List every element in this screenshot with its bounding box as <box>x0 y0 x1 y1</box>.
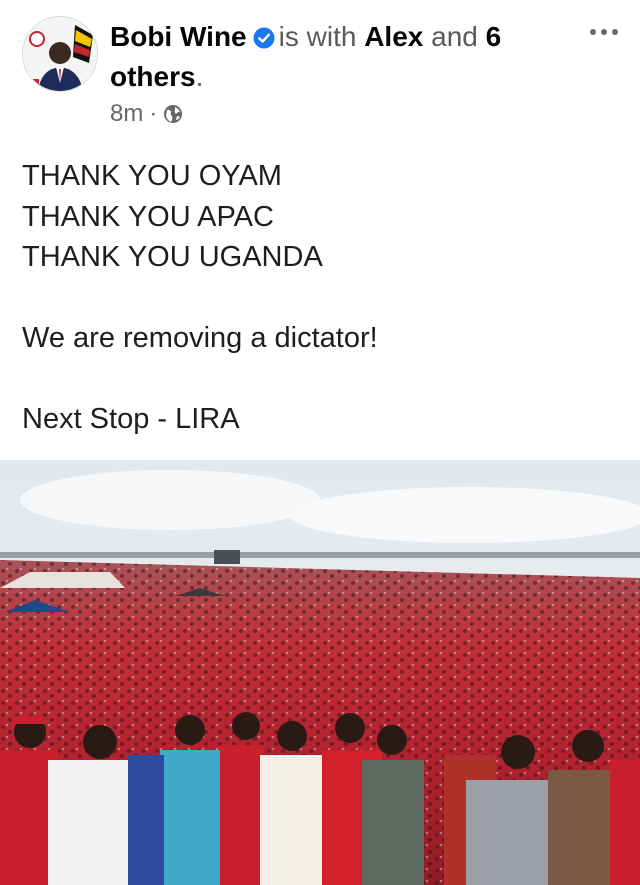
post-line: THANK YOU APAC <box>22 200 274 233</box>
post-timestamp[interactable]: 8m <box>110 100 143 128</box>
meta-separator: · <box>149 100 158 127</box>
period-text: . <box>195 61 204 92</box>
post-line: Next Stop - LIRA <box>22 403 240 435</box>
more-options-button[interactable] <box>584 22 624 42</box>
author-name[interactable]: Bobi Wine <box>110 21 247 52</box>
post-line <box>22 359 622 400</box>
verified-badge-icon <box>253 21 275 58</box>
post-header: Bobi Wine is with Alex and 6 others. 8m · <box>0 0 640 140</box>
post-line: We are removing a dictator! <box>22 322 378 354</box>
post-line <box>22 278 622 319</box>
with-text: is with <box>278 21 357 52</box>
post-body: THANK YOU OYAM THANK YOU APAC THANK YOU … <box>22 156 622 440</box>
dot-icon <box>590 29 596 35</box>
others-link[interactable]: others <box>110 61 196 92</box>
globe-icon[interactable] <box>163 104 183 124</box>
tagged-person-link[interactable]: Alex <box>364 21 423 52</box>
post-line: THANK YOU OYAM <box>22 160 282 192</box>
author-avatar[interactable] <box>22 16 98 92</box>
post-line: THANK YOU UGANDA <box>22 241 323 273</box>
and-text: and <box>431 21 478 52</box>
post-photo[interactable] <box>0 460 640 885</box>
post-meta: 8m · <box>110 100 183 128</box>
dot-icon <box>612 29 618 35</box>
crowd-image <box>0 460 640 885</box>
dot-icon <box>601 29 607 35</box>
avatar-image <box>23 17 97 91</box>
post-author-line: Bobi Wine is with Alex and 6 others. <box>110 18 570 95</box>
others-count[interactable]: 6 <box>486 21 502 52</box>
